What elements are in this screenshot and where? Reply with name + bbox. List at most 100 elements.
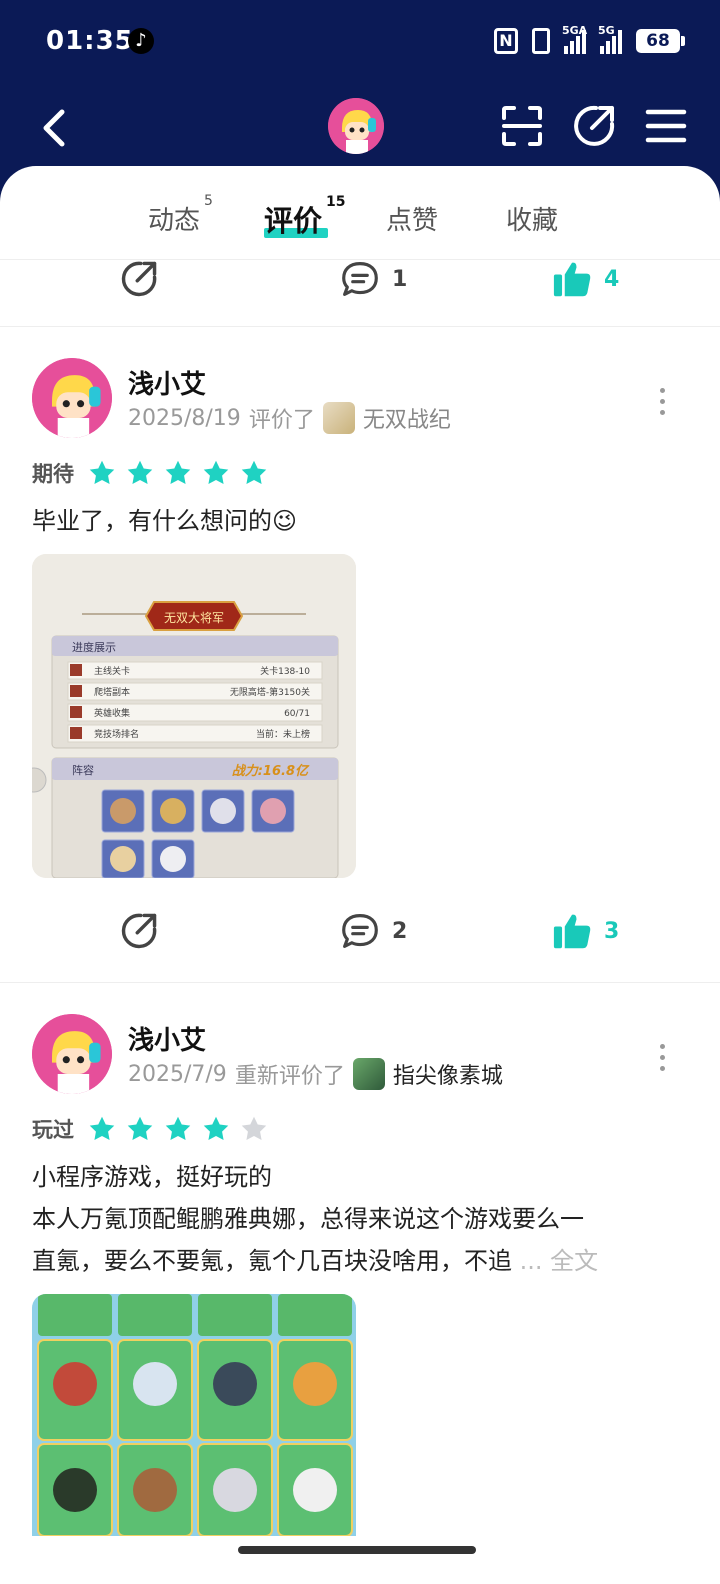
image-row-label: 主线关卡 [94,665,130,677]
share-button[interactable] [120,912,158,950]
like-count: 3 [604,918,620,944]
review-text-line: 直氪，要么不要氪，氪个几百块没啥用，不追 [32,1247,512,1275]
star-icon [127,460,153,484]
image-row-value: 当前：未上榜 [256,728,310,740]
vibrate-icon [532,28,550,54]
scan-icon[interactable] [500,104,544,148]
status-bar: 01:35 ♪ N 5GA 5G 68 [0,0,720,88]
image-row-label: 竞技场排名 [94,728,139,740]
game-name[interactable]: 指尖像素城 [393,1058,503,1090]
comment-count: 2 [392,918,408,944]
tab-label: 收藏 [506,206,559,236]
rating: 玩过 [32,1114,268,1144]
tab-likes[interactable]: 点赞 [386,200,438,237]
tab-bar: 动态5 评价15 点赞 收藏 [0,166,720,260]
nav-bar [0,96,720,160]
action-bar: 1 4 [0,260,720,320]
back-icon[interactable] [34,104,74,152]
action-bar: 2 3 [0,912,720,972]
tab-favorites[interactable]: 收藏 [506,200,558,237]
tab-label: 评价 [264,204,323,238]
divider [0,326,720,327]
like-count: 4 [604,266,620,292]
status-icons: N 5GA 5G 68 [494,24,685,54]
comment-button[interactable]: 1 [340,260,407,298]
tab-dynamics[interactable]: 动态5 [148,193,213,237]
share-icon [121,261,157,297]
share-icon[interactable] [572,104,616,148]
more-options-icon[interactable] [658,388,666,415]
review-card: 浅小艾 2025/7/9 重新评价了 指尖像素城 玩过 小程序游戏，挺好玩的 本… [0,1012,720,1584]
user-name[interactable]: 浅小艾 [128,364,206,401]
image-section-title: 阵容 [72,763,94,777]
review-action: 重新评价了 [234,1064,345,1089]
home-indicator[interactable] [238,1546,476,1554]
tab-count: 15 [326,194,346,211]
review-text-line: 毕业了，有什么想问的😉 [32,507,298,535]
like-button[interactable]: 3 [552,912,619,950]
user-name[interactable]: 浅小艾 [128,1020,206,1057]
image-banner-text: 无双大将军 [164,611,224,625]
thumbs-up-icon [553,262,591,297]
review-text-line: 小程序游戏，挺好玩的 [32,1163,272,1191]
tab-label: 动态 [148,206,201,236]
signal-icon: 5GA [562,24,587,54]
expand-fulltext-link[interactable]: ... 全文 [520,1247,599,1275]
game-icon[interactable] [352,1058,385,1090]
signal-label: 5GA [562,24,588,37]
share-button[interactable] [120,260,158,298]
image-row-value: 无限高塔-第3150关 [230,686,310,698]
review-image[interactable]: 无双大将军 进度展示 主线关卡 关卡138-10 爬塔副本 无限高塔-第3150… [32,554,356,878]
more-options-icon[interactable] [658,1044,666,1071]
menu-icon[interactable] [644,104,688,148]
comment-icon [342,914,378,948]
share-icon [121,913,157,949]
image-row-value: 60/71 [284,709,310,719]
avatar[interactable] [32,1014,112,1094]
tab-count: 5 [204,193,213,210]
image-row-value: 关卡138-10 [260,665,310,677]
review-text-line: 本人万氪顶配鲲鹏雅典娜，总得来说这个游戏要么一 [32,1205,584,1233]
like-button[interactable]: 4 [552,260,619,298]
tab-label: 点赞 [386,206,439,236]
image-row-label: 英雄收集 [94,707,130,719]
review-text[interactable]: 毕业了，有什么想问的😉 [32,500,692,542]
star-icon [165,460,191,484]
signal-label: 5G [598,24,615,37]
image-row-label: 爬塔副本 [94,686,130,698]
battery-icon: 68 [636,29,685,53]
star-icon [241,460,267,484]
star-icon [203,1116,229,1140]
star-icon [127,1116,153,1140]
game-icon[interactable] [322,402,355,434]
image-power-text: 战力:16.8亿 [232,763,310,779]
thumbs-up-icon [553,914,591,949]
review-image[interactable] [32,1294,356,1536]
comment-count: 1 [392,266,408,292]
star-icon [165,1116,191,1140]
star-icon [89,460,115,484]
tab-reviews[interactable]: 评价15 [264,194,346,240]
game-name[interactable]: 无双战纪 [363,402,451,434]
review-date: 2025/8/19 [128,405,241,431]
status-time: 01:35 [46,26,134,56]
image-section-title: 进度展示 [72,640,116,654]
review-action: 评价了 [248,408,315,433]
review-text[interactable]: 小程序游戏，挺好玩的 本人万氪顶配鲲鹏雅典娜，总得来说这个游戏要么一 直氪，要么… [32,1156,692,1282]
content-sheet: 动态5 评价15 点赞 收藏 1 4 浅小艾 2025/8/19 评价了 无双战… [0,166,720,1584]
nfc-icon: N [494,28,518,54]
star-icon [203,460,229,484]
comment-icon [342,262,378,296]
divider [0,982,720,983]
tiktok-icon: ♪ [128,28,154,54]
review-date: 2025/7/9 [128,1061,227,1087]
avatar[interactable] [32,358,112,438]
review-meta: 2025/7/9 重新评价了 指尖像素城 [128,1058,503,1090]
star-icon [89,1116,115,1140]
rating-tag: 期待 [32,462,74,486]
rating-tag: 玩过 [32,1118,74,1142]
avatar[interactable] [328,98,384,154]
review-meta: 2025/8/19 评价了 无双战纪 [128,402,451,434]
comment-button[interactable]: 2 [340,912,407,950]
review-card: 浅小艾 2025/8/19 评价了 无双战纪 期待 毕业了，有什么想问的😉 无双… [0,356,720,982]
